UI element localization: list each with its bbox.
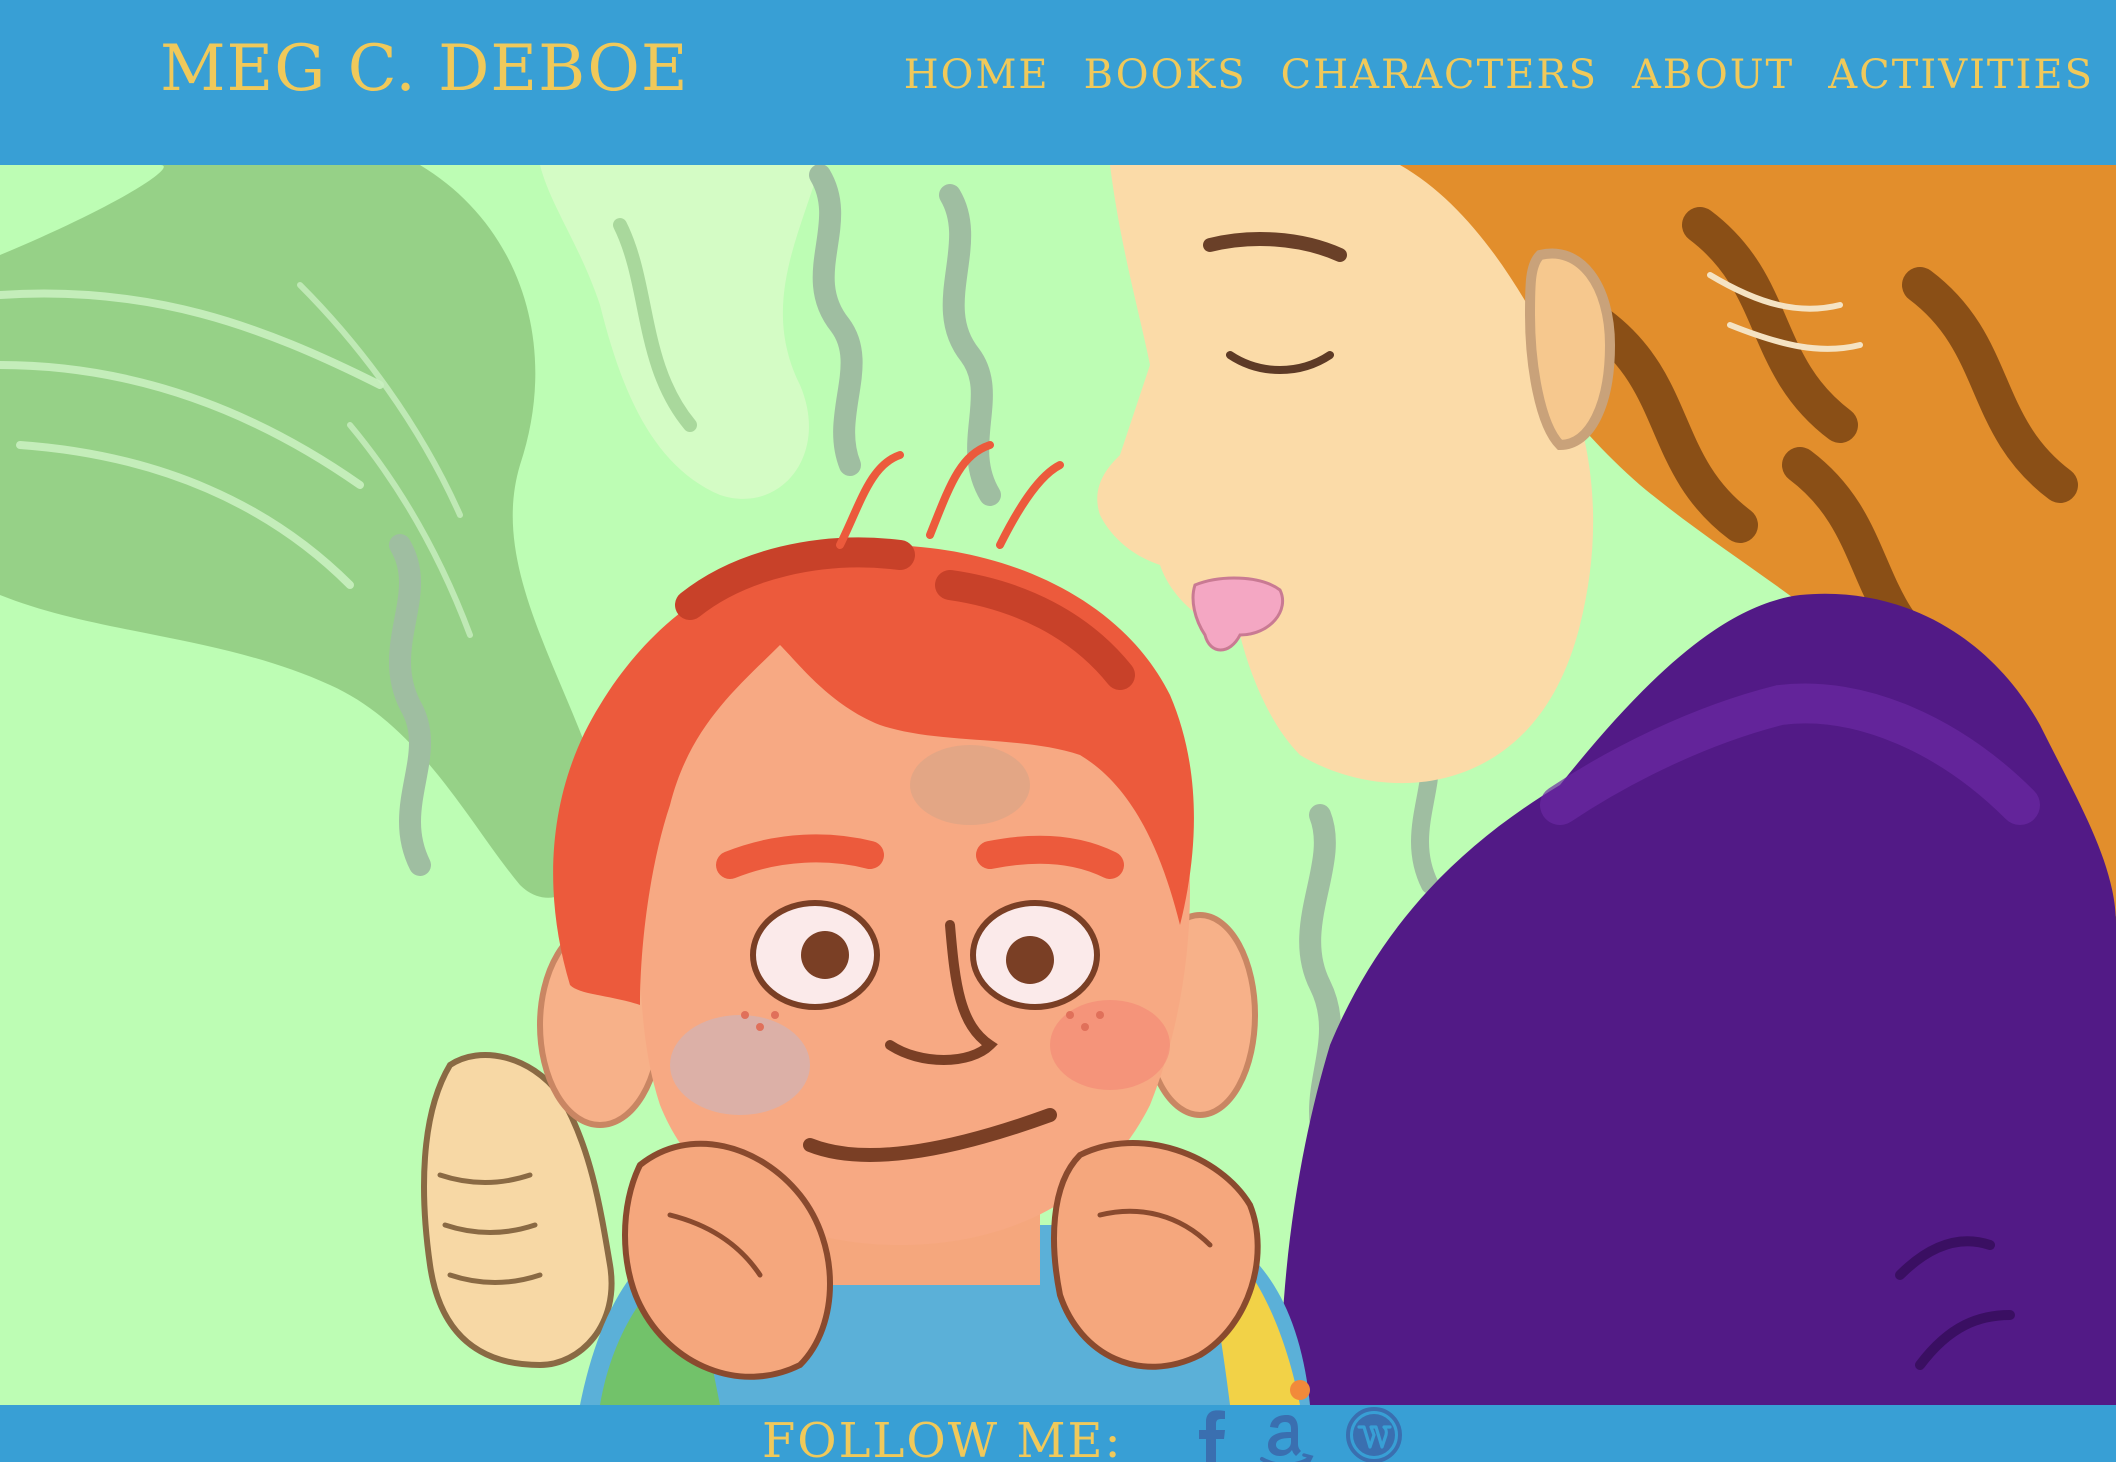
main-nav: HOME BOOKS CHARACTERS ABOUT ACTIVITIES xyxy=(904,52,2094,98)
nav-home[interactable]: HOME xyxy=(904,52,1050,98)
site-footer: FOLLOW ME: xyxy=(0,1405,2116,1462)
wordpress-icon[interactable] xyxy=(1344,1405,1404,1462)
page: MEG C. DEBOE HOME BOOKS CHARACTERS ABOUT… xyxy=(0,0,2116,1462)
nav-books[interactable]: BOOKS xyxy=(1084,52,1247,98)
site-header: MEG C. DEBOE HOME BOOKS CHARACTERS ABOUT… xyxy=(0,0,2116,165)
facebook-icon[interactable] xyxy=(1192,1405,1232,1462)
site-logo-title[interactable]: MEG C. DEBOE xyxy=(160,32,689,106)
follow-me-label: FOLLOW ME: xyxy=(762,1413,1123,1462)
amazon-icon[interactable] xyxy=(1256,1405,1314,1462)
nav-characters[interactable]: CHARACTERS xyxy=(1281,52,1598,98)
hero-illustration xyxy=(0,165,2116,1405)
nav-activities[interactable]: ACTIVITIES xyxy=(1828,52,2094,98)
illustration-boy-and-woman xyxy=(0,165,2116,1405)
nav-about[interactable]: ABOUT xyxy=(1632,52,1794,98)
